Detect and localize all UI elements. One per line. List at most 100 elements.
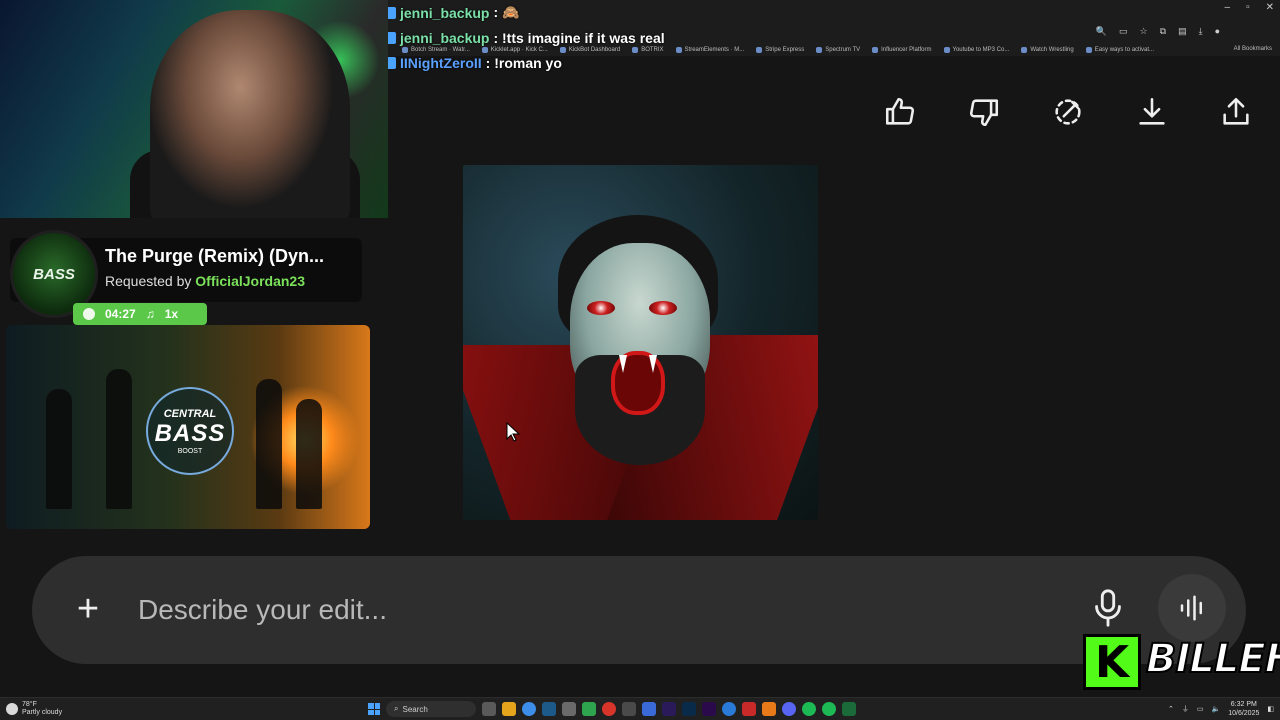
bookmark-icon	[943, 47, 950, 53]
sidebar-icon[interactable]: ▤	[1178, 26, 1187, 37]
voice-mode-button[interactable]	[1158, 574, 1226, 642]
thumbs-down-icon	[969, 99, 999, 127]
zoom-icon[interactable]: 🔍	[1096, 26, 1107, 37]
usb-icon[interactable]: ⏚	[1182, 704, 1189, 714]
after-effects-icon[interactable]	[662, 702, 676, 716]
chat-text: : !roman yo	[485, 54, 562, 71]
edit-button[interactable]	[1048, 92, 1088, 132]
bookmark-item[interactable]: Easy ways to activat...	[1085, 47, 1154, 53]
generated-image[interactable]	[463, 165, 818, 520]
now-playing-meta: 04:27 ♫ 1x	[73, 303, 207, 325]
chat-overlay: jenni_backup : 🙈 jenni_backup : !tts ima…	[384, 0, 665, 75]
profile-icon[interactable]: ●	[1215, 26, 1220, 37]
microphone-icon	[1095, 589, 1121, 627]
taskbar-search[interactable]: ⌕ Search	[386, 701, 476, 717]
clock[interactable]: 6:32 PM 10/6/2025	[1228, 700, 1259, 718]
extensions-icon[interactable]: ⧉	[1160, 26, 1166, 37]
all-bookmarks-button[interactable]: All Bookmarks	[1234, 46, 1272, 52]
maximize-button[interactable]: ▫	[1246, 2, 1250, 13]
network-icon[interactable]: ▭	[1197, 705, 1204, 713]
volume-icon[interactable]: 🔈	[1212, 705, 1221, 713]
taskbar-apps: ⌕ Search	[368, 701, 856, 717]
vampire-mouth	[611, 351, 665, 415]
spotify-icon[interactable]	[802, 702, 816, 716]
excel-icon[interactable]	[842, 702, 856, 716]
bookmark-item[interactable]: Youtube to MP3 Co...	[943, 47, 1009, 53]
chat-message: jenni_backup : !tts imagine if it was re…	[384, 25, 665, 50]
cover-figure	[296, 399, 322, 509]
chat-message: IINightZeroII : !roman yo	[384, 50, 665, 75]
request-count: 1x	[164, 307, 179, 321]
bookmark-item[interactable]: Stripe Express	[756, 47, 804, 53]
photoshop-icon[interactable]	[682, 702, 696, 716]
edit-prompt-input[interactable]	[138, 588, 1038, 632]
page-icon[interactable]: ▭	[1119, 26, 1128, 37]
app-icon[interactable]	[762, 702, 776, 716]
notification-icon[interactable]: ◧	[1267, 705, 1274, 713]
magic-edit-icon	[1055, 99, 1081, 125]
track-duration: 04:27	[105, 307, 136, 321]
bookmark-item[interactable]: Watch Wrestling	[1021, 47, 1074, 53]
chrome-icon[interactable]	[522, 702, 536, 716]
task-view-icon[interactable]	[482, 702, 496, 716]
weather-condition: Partly cloudy	[22, 709, 63, 716]
app-icon[interactable]	[602, 702, 616, 716]
download-icon	[1139, 97, 1165, 125]
chat-username: IINightZeroII	[400, 54, 482, 71]
streamer-logo: BILLEH	[1145, 635, 1280, 683]
like-button[interactable]	[880, 92, 920, 132]
bookmark-item[interactable]: StreamElements · M...	[675, 47, 744, 53]
vampire-eye	[649, 301, 677, 315]
system-tray: ⌃ ⏚ ▭ 🔈 6:32 PM 10/6/2025 ◧	[1168, 700, 1274, 718]
bookmark-icon	[872, 47, 879, 53]
windows-start-icon[interactable]	[368, 703, 380, 715]
app-icon[interactable]	[742, 702, 756, 716]
bookmark-icon	[756, 47, 763, 53]
date: 10/6/2025	[1228, 710, 1260, 717]
spotify-icon[interactable]	[822, 702, 836, 716]
steam-icon[interactable]	[542, 702, 556, 716]
app-icon[interactable]	[722, 702, 736, 716]
file-explorer-icon[interactable]	[502, 702, 516, 716]
discord-icon[interactable]	[782, 702, 796, 716]
microphone-button[interactable]	[1090, 588, 1126, 628]
taskbar: 78°F Partly cloudy ⌕ Search ⌃ ⏚ ▭ 🔈 6:32…	[0, 697, 1280, 720]
window-controls: – ▫ ✕	[1225, 2, 1275, 13]
webcam-feed	[0, 0, 388, 218]
bookmark-item[interactable]: Spectrum TV	[816, 47, 860, 53]
image-actions	[880, 92, 1256, 132]
chat-text: : 🙈	[493, 4, 520, 20]
add-attachment-button[interactable]: +	[68, 590, 108, 630]
browser-toolbar-icons: 🔍 ▭ ☆ ⧉ ▤ ⤓ ●	[1096, 26, 1220, 37]
bookmark-item[interactable]: Influencer Platform	[872, 47, 932, 53]
thumbs-up-icon	[885, 97, 915, 125]
minimize-button[interactable]: –	[1225, 2, 1231, 13]
star-icon[interactable]: ☆	[1140, 26, 1148, 37]
premiere-icon[interactable]	[702, 702, 716, 716]
app-icon[interactable]	[642, 702, 656, 716]
bookmark-icon	[816, 47, 823, 53]
cloud-icon	[6, 703, 18, 715]
download-tray-icon[interactable]: ⤓	[1199, 26, 1203, 37]
temperature: 78°F	[22, 701, 37, 708]
cover-figure	[106, 369, 132, 509]
dislike-button[interactable]	[964, 92, 1004, 132]
weather-widget[interactable]: 78°F Partly cloudy	[6, 701, 62, 717]
cover-figure	[46, 389, 72, 509]
chevron-up-icon[interactable]: ⌃	[1168, 705, 1174, 713]
share-button[interactable]	[1216, 92, 1256, 132]
settings-icon[interactable]	[622, 702, 636, 716]
kick-logo: K	[1083, 634, 1141, 690]
app-icon[interactable]	[562, 702, 576, 716]
share-icon	[1223, 97, 1249, 125]
music-note-icon: ♫	[145, 307, 155, 321]
bookmark-icon	[675, 47, 682, 53]
clock-icon	[83, 308, 95, 320]
time: 6:32 PM	[1230, 701, 1257, 708]
close-window-button[interactable]: ✕	[1266, 2, 1274, 13]
download-button[interactable]	[1132, 92, 1172, 132]
cover-logo: CENTRAL BASS BOOST	[146, 387, 234, 475]
now-playing-requested: Requested by OfficialJordan23	[105, 273, 305, 289]
xbox-icon[interactable]	[582, 702, 596, 716]
screen: – ▫ ✕ 🔍 ▭ ☆ ⧉ ▤ ⤓ ● Botch Stream · Watr.…	[0, 0, 1280, 720]
